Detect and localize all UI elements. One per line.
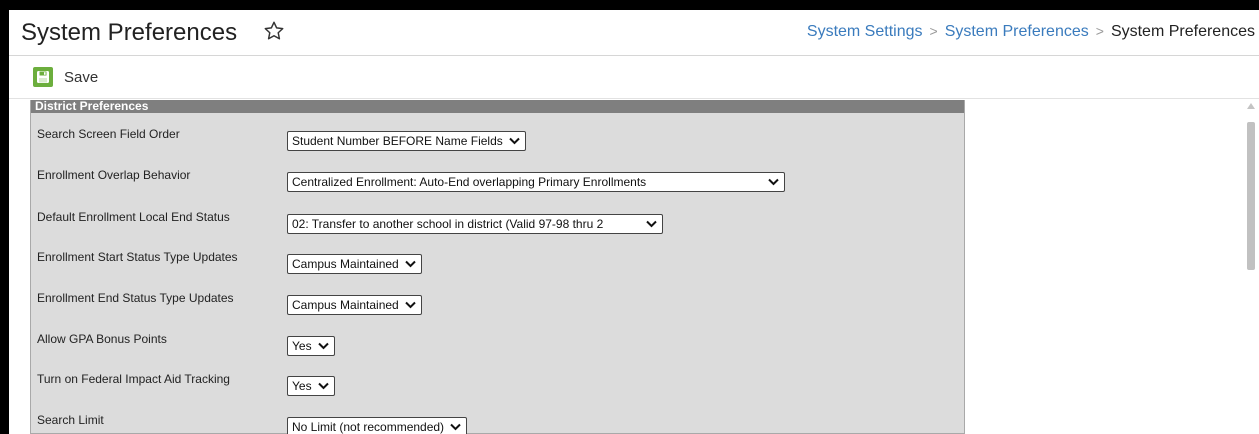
content-scroll-area <box>965 100 1259 434</box>
save-label: Save <box>64 68 99 86</box>
select-value: 02: Transfer to another school in distri… <box>292 217 604 231</box>
breadcrumb-separator-icon: > <box>929 23 938 39</box>
search-limit-select[interactable]: No Limit (not recommended) <box>287 417 468 434</box>
chevron-down-icon <box>405 301 416 309</box>
chevron-down-icon <box>450 423 461 431</box>
pref-row-allow-gpa-bonus-points: Allow GPA Bonus Points Yes <box>31 332 964 362</box>
select-value: No Limit (not recommended) <box>292 420 445 434</box>
scroll-up-arrow-icon[interactable] <box>1247 103 1255 109</box>
pref-row-federal-impact-aid-tracking: Turn on Federal Impact Aid Tracking Yes <box>31 372 964 402</box>
select-value: Campus Maintained <box>292 298 399 312</box>
pref-label: Search Limit <box>37 413 104 427</box>
save-button[interactable]: Save <box>33 65 98 89</box>
enrollment-overlap-select[interactable]: Centralized Enrollment: Auto-End overlap… <box>287 172 785 192</box>
breadcrumb: System Settings > System Preferences > Syste… <box>807 23 1255 41</box>
pref-row-search-screen-field-order: Search Screen Field Order Student Number… <box>31 127 964 157</box>
district-preferences-panel: District Preferences Search Screen Field… <box>30 100 965 434</box>
scrollbar-thumb[interactable] <box>1247 122 1255 270</box>
pref-label: Allow GPA Bonus Points <box>37 332 167 346</box>
gpa-bonus-points-select[interactable]: Yes <box>287 336 335 356</box>
breadcrumb-current: System Preferences <box>1110 23 1255 40</box>
pref-row-enrollment-end-status-updates: Enrollment End Status Type Updates Campu… <box>31 291 964 321</box>
pref-row-enrollment-start-status-updates: Enrollment Start Status Type Updates Cam… <box>31 250 964 280</box>
action-toolbar: Save <box>9 57 1259 99</box>
pref-label: Enrollment Overlap Behavior <box>37 168 191 182</box>
chevron-down-icon <box>646 220 657 228</box>
pref-label: Search Screen Field Order <box>37 127 180 141</box>
pref-label: Default Enrollment Local End Status <box>37 210 230 224</box>
star-icon[interactable] <box>263 20 285 42</box>
pref-row-default-enrollment-end-status: Default Enrollment Local End Status 02: … <box>31 210 964 240</box>
default-end-status-select[interactable]: 02: Transfer to another school in distri… <box>287 214 663 234</box>
pref-row-enrollment-overlap-behavior: Enrollment Overlap Behavior Centralized … <box>31 168 964 198</box>
page-header: System Preferences System Settings > Syste… <box>9 10 1259 56</box>
breadcrumb-separator-icon: > <box>1095 23 1104 39</box>
start-status-updates-select[interactable]: Campus Maintained <box>287 254 422 274</box>
panel-title: District Preferences <box>31 100 964 113</box>
select-value: Campus Maintained <box>292 257 399 271</box>
pref-label: Enrollment End Status Type Updates <box>37 291 234 305</box>
select-value: Centralized Enrollment: Auto-End overlap… <box>292 175 647 189</box>
federal-impact-aid-select[interactable]: Yes <box>287 376 335 396</box>
search-field-order-select[interactable]: Student Number BEFORE Name Fields <box>287 131 526 151</box>
chevron-down-icon <box>509 137 520 145</box>
pref-label: Enrollment Start Status Type Updates <box>37 250 238 264</box>
pref-label: Turn on Federal Impact Aid Tracking <box>37 372 230 386</box>
chevron-down-icon <box>405 260 416 268</box>
page-title: System Preferences <box>21 19 238 46</box>
vertical-scrollbar[interactable] <box>1243 100 1259 434</box>
pref-row-search-limit: Search Limit No Limit (not recommended) <box>31 413 964 434</box>
floppy-disk-icon <box>33 67 53 87</box>
breadcrumb-item[interactable]: System Preferences <box>945 23 1089 40</box>
select-value: Yes <box>292 379 312 393</box>
end-status-updates-select[interactable]: Campus Maintained <box>287 295 422 315</box>
chevron-down-icon <box>317 382 329 390</box>
app-window: System Preferences System Settings > Syste… <box>9 10 1259 434</box>
chevron-down-icon <box>317 342 329 350</box>
breadcrumb-item[interactable]: System Settings <box>807 23 923 40</box>
select-value: Yes <box>292 339 312 353</box>
select-value: Student Number BEFORE Name Fields <box>292 134 503 148</box>
chevron-down-icon <box>768 178 779 186</box>
